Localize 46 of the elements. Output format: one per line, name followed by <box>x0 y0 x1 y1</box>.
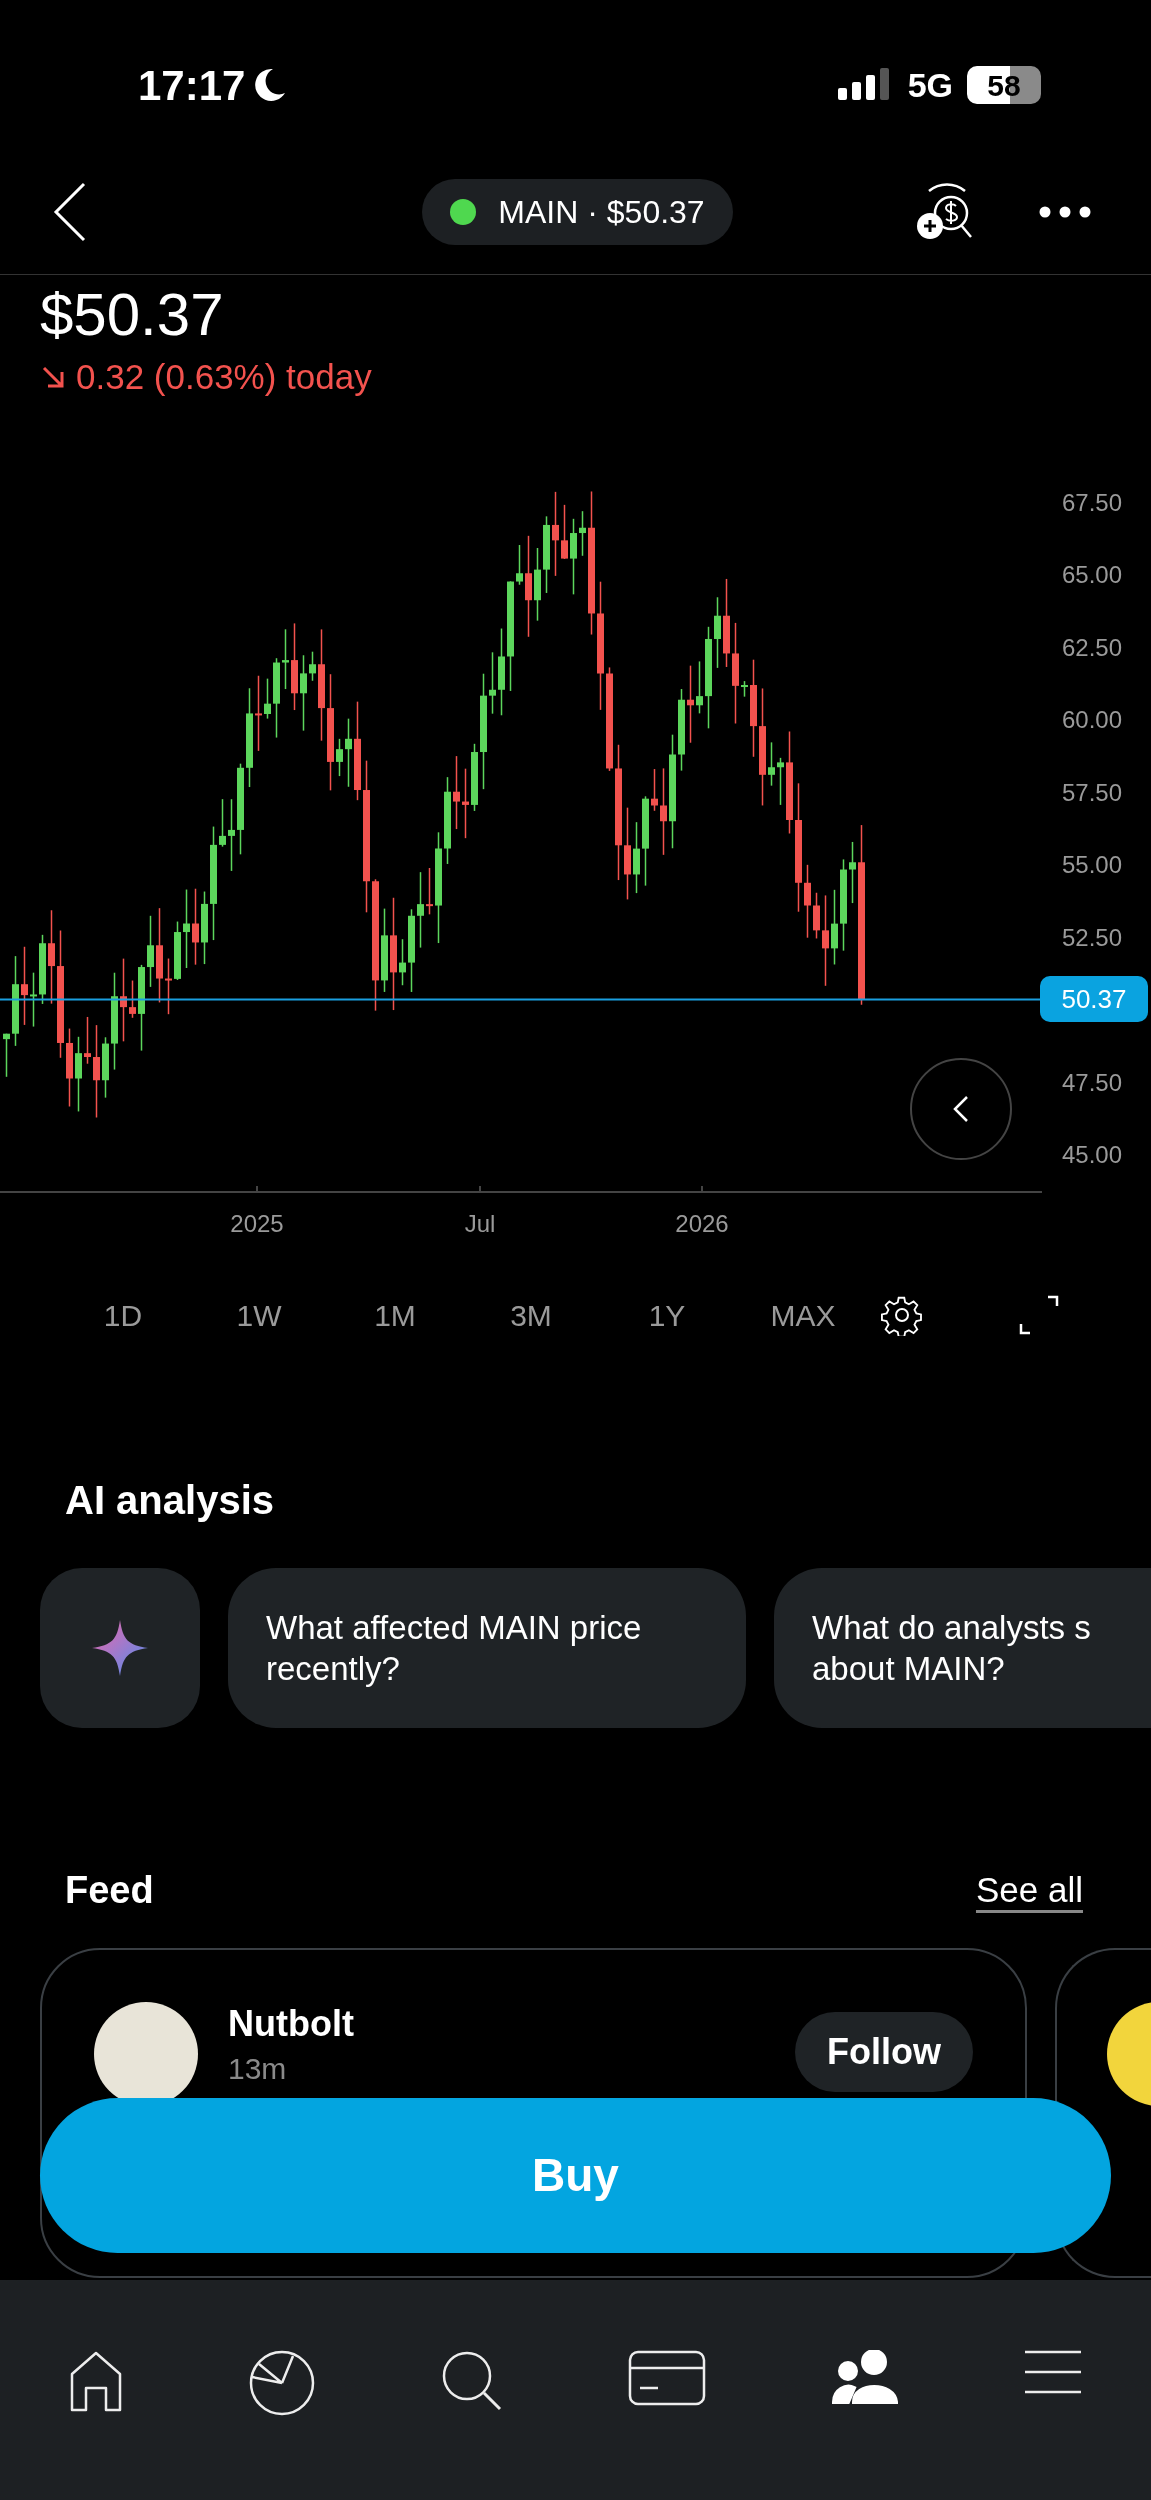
network-label: 5G <box>907 64 953 106</box>
ai-prompt-card[interactable]: What affected MAIN price recently? <box>228 1568 746 1728</box>
axis-label: 67.50 <box>1061 489 1122 516</box>
battery-indicator: 58 <box>967 66 1041 104</box>
pie-chart-icon[interactable] <box>249 2350 316 2416</box>
axis-label: 65.00 <box>1061 561 1122 589</box>
axis-label: 2026 <box>675 1210 729 1237</box>
axis-label: Jul <box>464 1210 496 1237</box>
range-tab[interactable]: MAX <box>735 1285 871 1345</box>
fullscreen-icon[interactable] <box>1018 1294 1060 1336</box>
axis-label: 57.50 <box>1061 778 1122 806</box>
axis-label: 60.00 <box>1061 706 1122 734</box>
range-tab[interactable]: 3M <box>463 1285 599 1345</box>
more-icon[interactable] <box>1039 206 1091 218</box>
see-all-link[interactable]: See all <box>975 1863 1083 1917</box>
people-icon[interactable] <box>831 2350 898 2404</box>
credit-card-icon[interactable] <box>628 2350 707 2406</box>
search-icon[interactable] <box>440 2350 503 2412</box>
section-title: AI analysis <box>64 1477 275 1524</box>
menu-icon[interactable] <box>1022 2350 1083 2394</box>
range-tab[interactable]: 1M <box>327 1285 463 1345</box>
chevron-left-icon <box>953 1095 969 1123</box>
ticker-pill[interactable]: MAIN · $50.37 <box>422 179 733 245</box>
follow-button[interactable]: Follow <box>795 2012 973 2092</box>
stock-price: $50.37 <box>40 280 225 350</box>
axis-label: 52.50 <box>1061 923 1122 951</box>
axis-label: 47.50 <box>1061 1068 1122 1096</box>
section-title: Feed <box>65 1867 154 1913</box>
axis-label: 2025 <box>230 1210 284 1237</box>
ai-prompt-card[interactable]: What do analysts s about MAIN? <box>774 1568 1151 1728</box>
home-icon[interactable] <box>68 2350 124 2412</box>
moon-icon <box>253 67 288 103</box>
range-tab[interactable]: 1W <box>191 1285 327 1345</box>
ai-sparkle-button[interactable] <box>40 1568 200 1728</box>
price-change: 0.32 (0.63%) today <box>76 356 372 398</box>
range-tab[interactable]: 1Y <box>599 1285 735 1345</box>
range-tab[interactable]: 1D <box>55 1285 191 1345</box>
axis-label: 62.50 <box>1061 633 1122 661</box>
author-name: Nutbolt <box>228 2002 354 2046</box>
down-arrow-icon <box>40 364 66 391</box>
settings-icon[interactable] <box>881 1294 923 1336</box>
status-time: 17:17 <box>138 60 246 111</box>
post-time: 13m <box>228 2051 288 2087</box>
axis-label: 45.00 <box>1061 1141 1122 1169</box>
price-tag: 50.37 <box>1040 976 1148 1023</box>
axis-label: 55.00 <box>1061 851 1122 879</box>
